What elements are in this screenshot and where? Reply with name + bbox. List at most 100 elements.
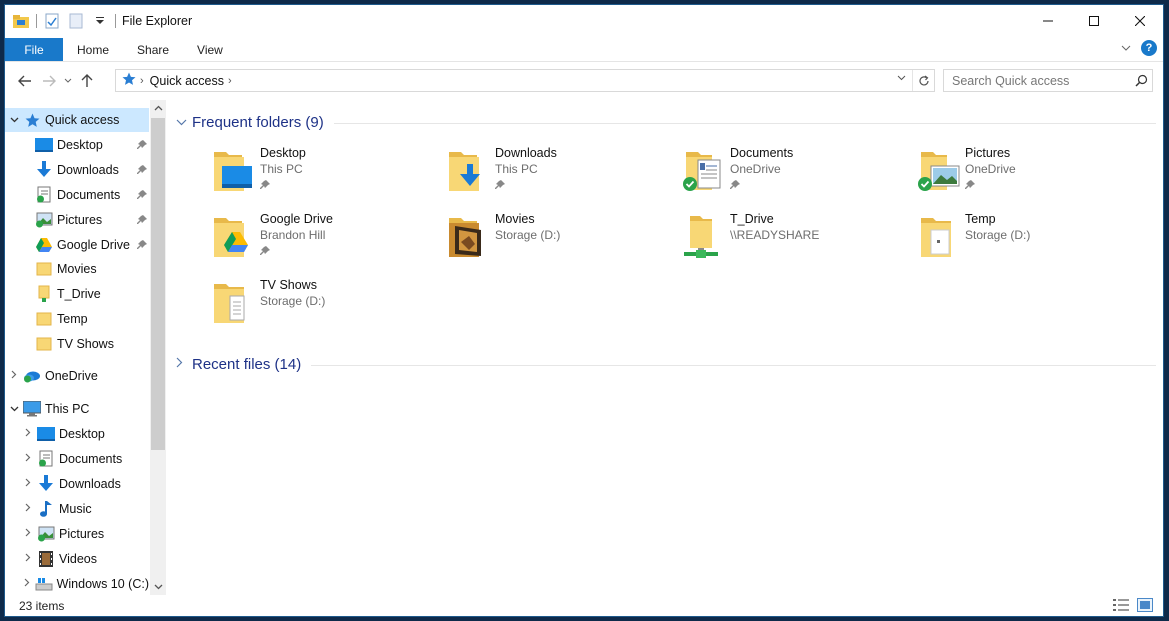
pin-icon[interactable]	[137, 164, 147, 178]
folder-tile-temp[interactable]: Temp Storage (D:)	[913, 208, 1143, 270]
pin-icon[interactable]	[965, 179, 1016, 193]
address-bar[interactable]: › Quick access ›	[115, 69, 935, 92]
nav-item-pc-desktop[interactable]: Desktop	[5, 422, 149, 446]
expand-arrow-icon[interactable]	[21, 478, 35, 490]
tab-view[interactable]: View	[183, 38, 237, 61]
nav-item-onedrive[interactable]: OneDrive	[5, 364, 149, 388]
chevron-right-icon[interactable]: ›	[228, 75, 232, 87]
folder-tile-movies[interactable]: Movies Storage (D:)	[443, 208, 673, 270]
nav-item-this-pc[interactable]: This PC	[5, 397, 149, 421]
folder-tile-downloads[interactable]: Downloads This PC	[443, 142, 673, 204]
new-folder-icon[interactable]	[67, 12, 85, 30]
forward-button[interactable]	[37, 69, 61, 93]
scroll-up-icon[interactable]	[150, 100, 166, 116]
help-icon[interactable]: ?	[1141, 40, 1157, 56]
expand-arrow-icon[interactable]	[7, 370, 21, 382]
pictures-icon	[37, 525, 55, 543]
recent-locations-button[interactable]	[61, 69, 75, 93]
nav-item-pc-documents[interactable]: Documents	[5, 447, 149, 471]
documents-folder-icon	[682, 146, 726, 196]
expand-arrow-icon[interactable]	[21, 503, 35, 515]
temp-folder-icon	[917, 212, 961, 262]
folder-tile-tv-shows[interactable]: TV Shows Storage (D:)	[208, 274, 438, 336]
nav-item-label: Pictures	[59, 527, 105, 541]
nav-item-tv-shows[interactable]: TV Shows	[5, 332, 149, 356]
tab-share[interactable]: Share	[123, 38, 183, 61]
pin-icon[interactable]	[260, 179, 306, 193]
nav-item-pc-downloads[interactable]: Downloads	[5, 472, 149, 496]
nav-item-label: Downloads	[57, 163, 119, 177]
expand-arrow-icon[interactable]	[21, 453, 35, 465]
tab-home[interactable]: Home	[63, 38, 123, 61]
details-view-icon[interactable]	[1113, 598, 1129, 615]
nav-item-google-drive[interactable]: Google Drive	[5, 233, 149, 257]
search-input[interactable]: Search Quick access	[952, 74, 1130, 88]
pin-icon[interactable]	[137, 239, 147, 253]
large-icons-view-icon[interactable]	[1137, 598, 1153, 615]
customize-qat-icon[interactable]	[91, 12, 109, 30]
nav-item-t-drive[interactable]: T_Drive	[5, 282, 149, 306]
maximize-button[interactable]	[1071, 5, 1117, 37]
nav-item-pc-pictures[interactable]: Pictures	[5, 522, 149, 546]
nav-item-pc-music[interactable]: Music	[5, 497, 149, 521]
nav-item-label: Documents	[57, 188, 121, 202]
pin-icon[interactable]	[730, 179, 793, 193]
nav-item-label: This PC	[45, 402, 90, 416]
frequent-folders-header[interactable]: Frequent folders (9)	[176, 110, 1156, 134]
search-icon[interactable]	[1130, 74, 1152, 87]
minimize-button[interactable]	[1025, 5, 1071, 37]
collapse-arrow-icon[interactable]	[7, 115, 21, 126]
address-dropdown-icon[interactable]	[897, 73, 906, 84]
scroll-down-icon[interactable]	[150, 579, 166, 595]
close-button[interactable]	[1117, 5, 1163, 37]
address-path[interactable]: Quick access	[150, 74, 224, 88]
nav-item-pictures[interactable]: Pictures	[5, 208, 149, 232]
chevron-down-icon[interactable]	[176, 115, 192, 129]
expand-arrow-icon[interactable]	[21, 528, 35, 540]
expand-ribbon-icon[interactable]	[1121, 41, 1131, 55]
folder-tile-google-drive[interactable]: Google Drive Brandon Hill	[208, 208, 438, 270]
pin-icon[interactable]	[495, 179, 557, 193]
folder-tile-documents[interactable]: Documents OneDrive	[678, 142, 908, 204]
pin-icon[interactable]	[137, 189, 147, 203]
search-box[interactable]: Search Quick access	[943, 69, 1153, 92]
folder-location: Storage (D:)	[495, 228, 561, 242]
back-button[interactable]	[13, 69, 37, 93]
nav-item-pc-videos[interactable]: Videos	[5, 547, 149, 571]
title-bar: File Explorer	[5, 5, 1163, 37]
item-count: 23 items	[19, 599, 65, 613]
expand-arrow-icon[interactable]	[21, 578, 33, 590]
nav-item-movies[interactable]: Movies	[5, 257, 149, 281]
tab-file[interactable]: File	[5, 38, 63, 61]
nav-item-documents[interactable]: Documents	[5, 183, 149, 207]
pin-icon[interactable]	[260, 245, 333, 259]
pictures-folder-icon	[917, 146, 961, 196]
pin-icon[interactable]	[137, 214, 147, 228]
expand-arrow-icon[interactable]	[21, 428, 35, 440]
expand-arrow-icon[interactable]	[21, 553, 35, 565]
scroll-thumb[interactable]	[151, 118, 165, 450]
up-button[interactable]	[75, 69, 99, 93]
folder-tile-t-drive[interactable]: T_Drive \\READYSHARE	[678, 208, 908, 270]
explorer-app-icon[interactable]	[12, 12, 30, 30]
nav-item-quick-access[interactable]: Quick access	[5, 108, 149, 132]
folder-tile-desktop[interactable]: Desktop This PC	[208, 142, 438, 204]
folder-tile-pictures[interactable]: Pictures OneDrive	[913, 142, 1143, 204]
nav-item-downloads[interactable]: Downloads	[5, 158, 149, 182]
refresh-button[interactable]	[912, 70, 934, 91]
nav-item-pc-windows-c[interactable]: Windows 10 (C:)	[5, 572, 149, 595]
chevron-right-icon[interactable]	[176, 357, 192, 371]
recent-files-header[interactable]: Recent files (14)	[176, 352, 1156, 376]
divider	[311, 364, 1156, 366]
qat-separator	[115, 14, 116, 28]
nav-item-temp[interactable]: Temp	[5, 307, 149, 331]
pin-icon[interactable]	[137, 139, 147, 153]
properties-icon[interactable]	[43, 12, 61, 30]
navpane-scrollbar[interactable]	[150, 100, 166, 595]
chevron-right-icon[interactable]: ›	[140, 75, 144, 87]
nav-item-desktop[interactable]: Desktop	[5, 133, 149, 157]
navigation-bar: › Quick access › Search Quick access	[5, 67, 1163, 95]
network-folder-icon	[682, 212, 726, 262]
folder-name: TV Shows	[260, 278, 317, 292]
collapse-arrow-icon[interactable]	[7, 404, 21, 415]
